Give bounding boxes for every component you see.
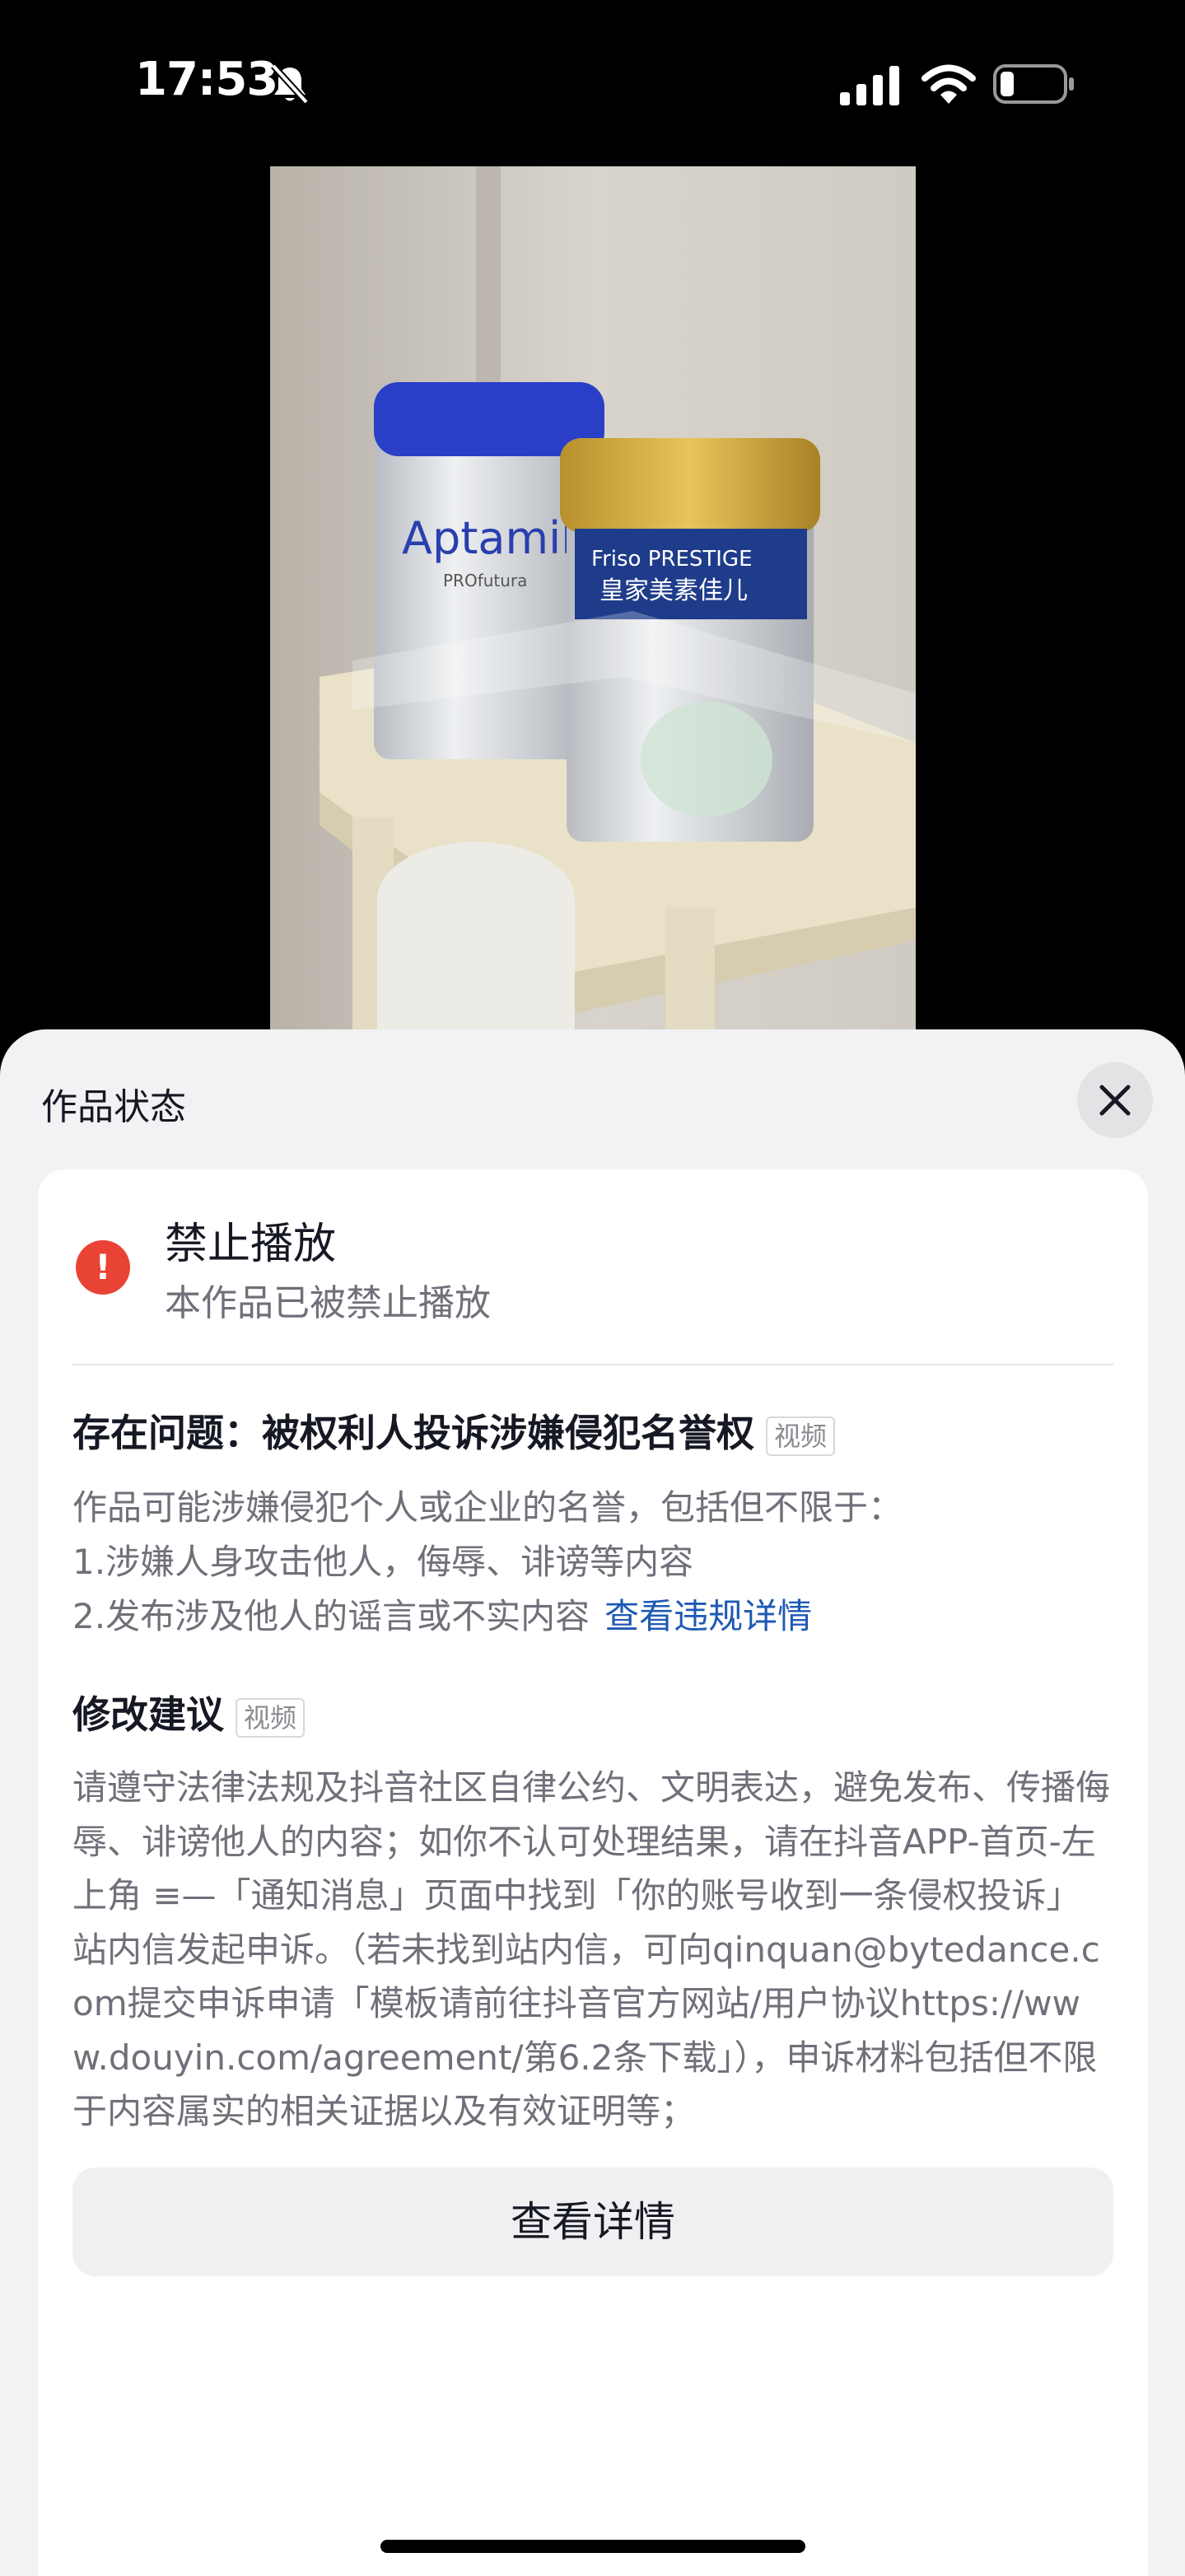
view-violation-details-link[interactable]: 查看违规详情 (604, 1596, 812, 1636)
issue-heading: 存在问题：被权利人投诉涉嫌侵犯名誉权 视频 (72, 1403, 836, 1458)
suggestion-heading: 修改建议 视频 (72, 1685, 306, 1739)
suggestion-heading-text: 修改建议 (72, 1692, 224, 1737)
close-icon (1099, 1085, 1131, 1116)
video-preview[interactable]: Aptamil PROfutura Friso PRESTIGE 皇家美素佳儿 (270, 166, 916, 1039)
can1-sub-text: PROfutura (443, 571, 527, 590)
video-thumbnail-image: Aptamil PROfutura Friso PRESTIGE 皇家美素佳儿 (270, 166, 916, 1039)
can2-brand-text: Friso PRESTIGE (591, 547, 753, 572)
suggestion-type-tag: 视频 (236, 1697, 306, 1738)
home-indicator[interactable] (380, 2540, 805, 2553)
issue-line: 1.涉嫌人身攻击他人，侮辱、诽谤等内容 (72, 1542, 694, 1582)
status-title: 禁止播放 (165, 1220, 337, 1269)
wifi-icon (921, 64, 976, 104)
issue-type-tag: 视频 (766, 1416, 836, 1456)
clock: 17:53 (135, 53, 278, 106)
screen: 17:53 Aptamil PROfutura Friso PRESTIGE 皇… (0, 0, 1185, 2576)
can2-cn-text: 皇家美素佳儿 (599, 576, 748, 605)
sheet-title: 作品状态 (41, 1086, 186, 1128)
issue-line: 作品可能涉嫌侵犯个人或企业的名誉，包括但不限于： (72, 1487, 903, 1528)
status-bar: 17:53 (0, 0, 1185, 165)
can1-brand-text: Aptamil (402, 512, 573, 564)
status-card: ! 禁止播放 本作品已被禁止播放 存在问题：被权利人投诉涉嫌侵犯名誉权 视频 作品… (38, 1169, 1148, 2576)
issue-line: 2.发布涉及他人的谣言或不实内容 查看违规详情 (72, 1589, 1118, 1644)
muted-bell-icon (271, 63, 309, 105)
battery-icon (993, 64, 1074, 104)
work-status-sheet: 作品状态 ! 禁止播放 本作品已被禁止播放 存在问题：被权利人投诉涉嫌侵犯名誉权… (0, 1029, 1185, 2576)
issue-description: 作品可能涉嫌侵犯个人或企业的名誉，包括但不限于： 1.涉嫌人身攻击他人，侮辱、诽… (72, 1481, 1118, 1644)
warning-icon: ! (76, 1240, 130, 1295)
close-button[interactable] (1077, 1062, 1153, 1138)
issue-line-text: 2.发布涉及他人的谣言或不实内容 (72, 1596, 590, 1636)
view-details-button[interactable]: 查看详情 (72, 2168, 1113, 2276)
issue-heading-text: 存在问题：被权利人投诉涉嫌侵犯名誉权 (72, 1411, 754, 1455)
suggestion-body: 请遵守法律法规及抖音社区自律公约、文明表达，避免发布、传播侮辱、诽谤他人的内容；… (72, 1767, 1111, 2131)
cellular-signal-icon (840, 66, 899, 105)
status-description: 本作品已被禁止播放 (165, 1282, 491, 1324)
divider (72, 1364, 1113, 1365)
